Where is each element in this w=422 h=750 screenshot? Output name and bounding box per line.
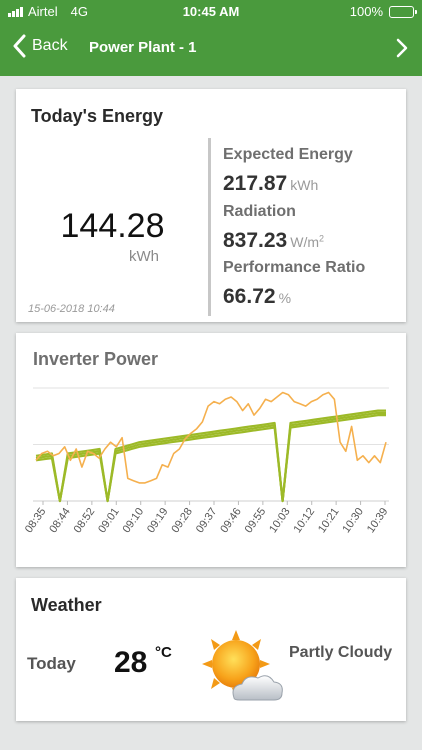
chart-x-tick-label: 09:19 [145, 506, 171, 535]
energy-card-title: Today's Energy [31, 106, 163, 126]
partly-cloudy-icon [202, 630, 283, 701]
performance-ratio-value: 66.72 [223, 285, 276, 308]
energy-value: 144.28 [60, 207, 165, 245]
radiation-value-row: 837.23 W/m2 [223, 229, 324, 253]
back-label: Back [32, 37, 68, 54]
vertical-divider [208, 138, 211, 316]
chart-x-tick-label: 10:21 [316, 506, 342, 535]
inverter-power-card: Inverter Power 08:35 08:44 08:52 09:01 09:10… [16, 333, 406, 567]
energy-timestamp: 15-06-2018 10:44 [28, 303, 115, 315]
expected-energy-label: Expected Energy [223, 146, 353, 163]
radiation-value: 837.23 [223, 229, 288, 252]
performance-ratio-value-row: 66.72% [223, 285, 291, 309]
battery-percent: 100% [349, 4, 383, 19]
weather-temperature: 28 [114, 646, 148, 679]
inverter-card-title: Inverter Power [33, 349, 159, 369]
chart-x-tick-label: 09:55 [243, 506, 269, 535]
energy-unit: kWh [129, 248, 159, 265]
chart-x-tick-label: 10:39 [365, 506, 391, 535]
chart-x-tick-label: 10:30 [340, 506, 366, 535]
back-button[interactable]: Back [12, 34, 68, 58]
weather-temperature-unit: °C [155, 644, 172, 661]
top-bar: Airtel 4G 10:45 AM 100% Back Power Plant… [0, 0, 422, 76]
chart-series-inverter-3 [35, 413, 386, 503]
weather-day-label: Today [27, 654, 76, 673]
battery-icon [389, 5, 417, 18]
expected-energy-value-row: 217.87 kWh [223, 172, 318, 196]
status-bar: Airtel 4G 10:45 AM 100% [0, 0, 422, 24]
chart-x-tick-label: 09:28 [169, 506, 195, 535]
performance-ratio-label: Performance Ratio [223, 259, 366, 276]
nav-bar: Back Power Plant - 1 [0, 28, 422, 68]
next-button[interactable] [396, 38, 408, 63]
radiation-unit: W/m [290, 234, 319, 250]
chart-x-tick-label: 10:12 [292, 506, 318, 535]
todays-energy-card: Today's Energy 144.28 kWh 15-06-2018 10:… [16, 89, 406, 322]
chart-x-tick-label: 08:52 [72, 506, 98, 535]
radiation-label: Radiation [223, 203, 296, 220]
page-title: Power Plant - 1 [89, 39, 197, 56]
expected-energy-unit: kWh [290, 177, 319, 193]
inverter-power-chart[interactable]: 08:3508:4408:5209:0109:1009:1909:2809:37… [16, 373, 406, 567]
chart-series-inverter-2 [35, 411, 386, 503]
chevron-left-icon [13, 34, 26, 58]
chart-x-tick-label: 09:10 [121, 506, 147, 535]
chevron-right-icon [396, 38, 408, 58]
chart-x-tick-label: 09:46 [218, 506, 244, 535]
expected-energy-value: 217.87 [223, 172, 288, 195]
chart-x-tick-label: 08:35 [23, 506, 49, 535]
performance-ratio-unit: % [278, 290, 292, 306]
chart-x-tick-label: 08:44 [47, 506, 73, 535]
weather-card-title: Weather [31, 595, 102, 615]
chart-x-tick-label: 10:03 [267, 506, 293, 535]
radiation-unit-exponent: 2 [319, 233, 325, 244]
weather-card: Weather Today 28 °C Partly Cloudy [16, 578, 406, 721]
chart-x-tick-label: 09:37 [194, 506, 220, 535]
chart-x-tick-label: 09:01 [96, 506, 122, 535]
weather-condition: Partly Cloudy [289, 644, 393, 661]
